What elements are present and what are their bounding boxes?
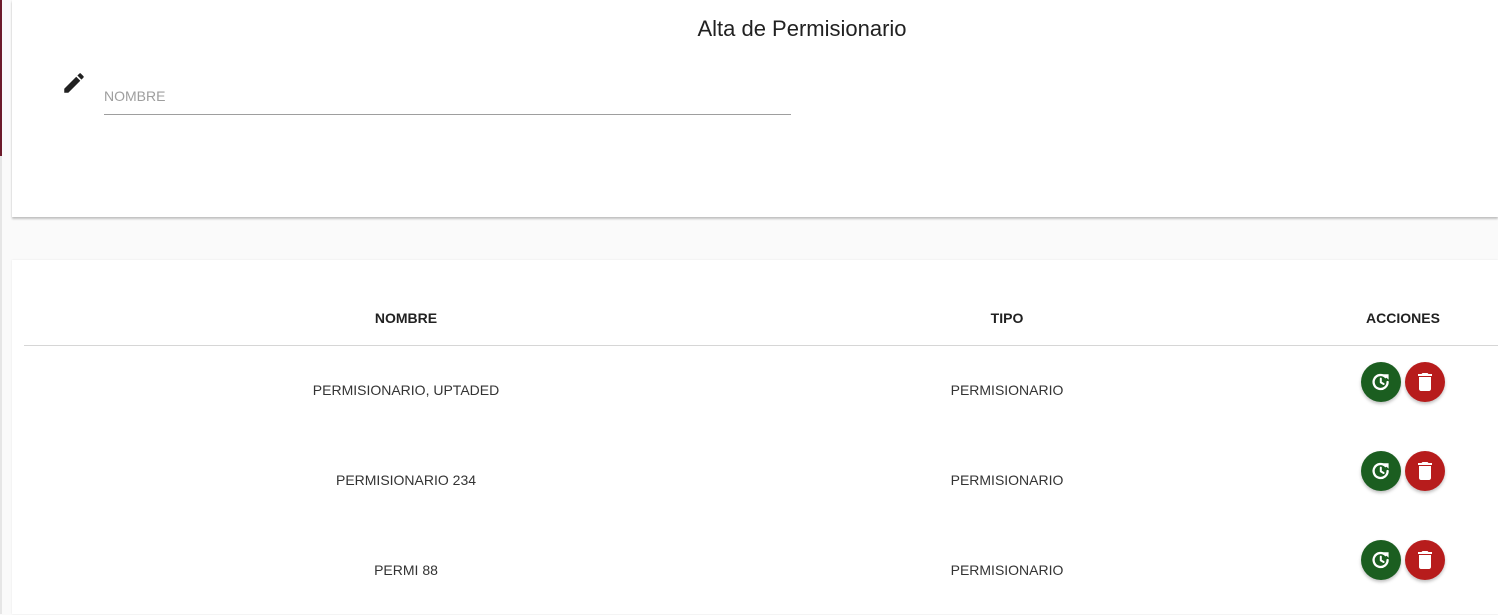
delete-button[interactable] (1405, 451, 1445, 491)
app-edge (0, 156, 2, 614)
delete-button[interactable] (1405, 362, 1445, 402)
cell-nombre: PERMISIONARIO 234 (335, 472, 477, 488)
form-card: Alta de Permisionario (12, 0, 1498, 217)
delete-button[interactable] (1405, 540, 1445, 580)
restore-icon (1372, 551, 1389, 569)
pencil-icon (64, 73, 84, 93)
table-row: PERMISIONARIO 234 PERMISIONARIO (24, 435, 1498, 525)
page-title: Alta de Permisionario (697, 16, 907, 41)
cell-nombre: PERMI 88 (374, 562, 438, 578)
nombre-input[interactable] (104, 78, 791, 115)
restore-icon (1372, 373, 1389, 391)
app-edge-accent (0, 0, 2, 156)
column-header-nombre: NOMBRE (374, 310, 438, 326)
column-header-tipo: TIPO (990, 310, 1024, 326)
trash-icon (1418, 373, 1432, 391)
table-header: NOMBRE TIPO ACCIONES (24, 290, 1498, 346)
restore-button[interactable] (1361, 540, 1401, 580)
restore-icon (1372, 462, 1389, 480)
restore-button[interactable] (1361, 451, 1401, 491)
cell-tipo: PERMISIONARIO (950, 472, 1064, 488)
column-header-acciones: ACCIONES (1366, 310, 1440, 326)
table-row: PERMISIONARIO, UPTADED PERMISIONARIO (24, 345, 1498, 435)
restore-button[interactable] (1361, 362, 1401, 402)
table-row: PERMI 88 PERMISIONARIO (24, 525, 1498, 615)
trash-icon (1418, 462, 1432, 480)
cell-nombre: PERMISIONARIO, UPTADED (312, 382, 500, 398)
cell-tipo: PERMISIONARIO (950, 382, 1064, 398)
trash-icon (1418, 551, 1432, 569)
cell-tipo: PERMISIONARIO (950, 562, 1064, 578)
